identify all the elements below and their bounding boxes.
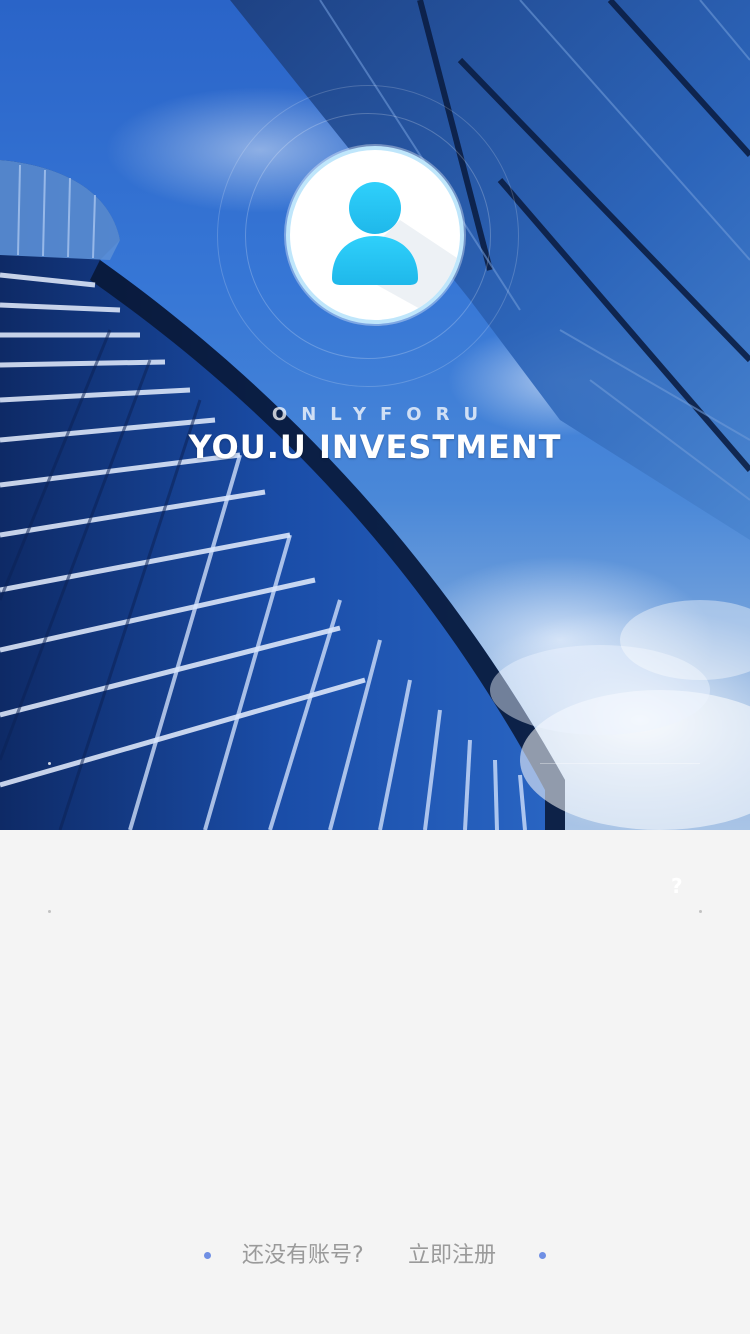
help-mark[interactable]: ? — [671, 874, 683, 898]
brand-tagline: ONLYFORU — [271, 404, 493, 425]
user-icon — [332, 182, 460, 320]
register-prompt: 还没有账号? — [242, 1243, 364, 1268]
register-link[interactable]: 立即注册 — [408, 1238, 496, 1274]
field-underline — [540, 763, 700, 764]
decor-dot — [48, 910, 51, 913]
brand-title: YOU.U INVESTMENT — [188, 428, 562, 466]
register-dot-right — [539, 1252, 546, 1259]
decor-dot — [48, 762, 51, 765]
decor-dot — [699, 910, 702, 913]
register-row: 还没有账号? 立即注册 — [0, 1238, 750, 1274]
register-dot-left — [204, 1252, 211, 1259]
avatar[interactable] — [286, 146, 464, 324]
hero-background: ONLYFORU YOU.U INVESTMENT — [0, 0, 750, 830]
